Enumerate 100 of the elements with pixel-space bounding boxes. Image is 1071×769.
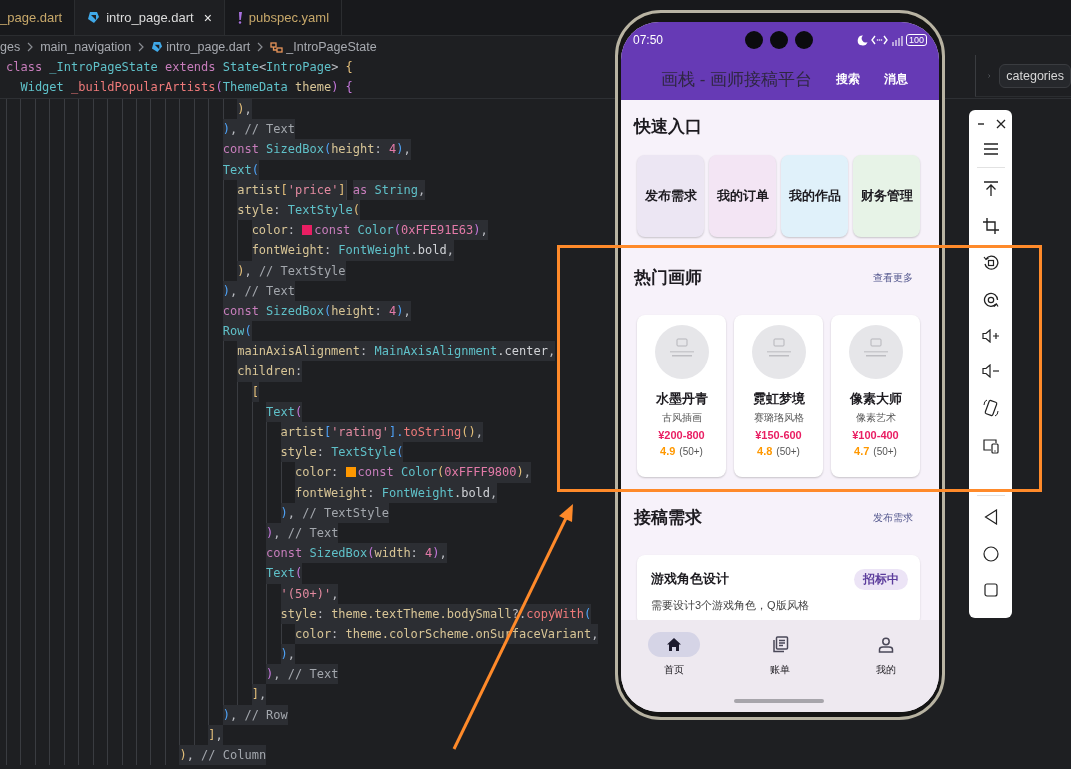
artist-rating: 4.9 (660, 445, 676, 457)
volume-down-icon[interactable] (981, 364, 1000, 378)
code-line: Widget _buildPopularArtists(ThemeData theme) { (19, 79, 353, 97)
code-line: mainAxisAlignment: MainAxisAlignment.center, (6, 341, 556, 362)
camera-hole (795, 31, 813, 49)
tab-label: intro_page.dart (106, 10, 194, 25)
breadcrumb-item[interactable]: categories (999, 63, 1071, 88)
artist-style: 古风插画 (661, 411, 702, 425)
dart-file-icon (87, 11, 101, 24)
person-icon (878, 636, 894, 653)
artist-price: ¥200-800 (658, 429, 705, 441)
code-line: ), (6, 644, 295, 665)
editor-tab[interactable]: intro_page.dart × (75, 0, 225, 35)
artist-card[interactable]: 水墨丹青 古风插画 ¥200-800 4.9 (50+) (637, 315, 726, 477)
recent-apps-icon[interactable] (983, 583, 998, 597)
rotate-device-icon[interactable] (982, 399, 999, 417)
code-line: ], (6, 724, 223, 745)
chevron-icon (138, 42, 145, 52)
code-line: class _IntroPageState extends State<IntroPage> { (6, 59, 353, 76)
code-line: style: TextStyle( (6, 199, 361, 221)
artist-name: 水墨丹青 (655, 390, 708, 408)
moon-icon (856, 34, 868, 46)
menu-icon[interactable] (983, 143, 998, 155)
rotate-icon[interactable] (982, 255, 999, 271)
code-line: const SizedBox(height: 4), (6, 139, 411, 160)
camera-hole (745, 31, 763, 49)
app-title: 画栈 - 画师接稿平台 (661, 68, 813, 91)
color-swatch-icon[interactable] (345, 467, 356, 478)
code-line: ), // Row (6, 704, 288, 725)
section-title: 快速入口 (634, 116, 703, 138)
quick-entry-card[interactable]: 发布需求 (637, 155, 704, 237)
nav-item[interactable]: 首页 (634, 632, 714, 682)
code-line: Text( (6, 563, 303, 584)
code-line: color: (6, 462, 346, 483)
editor-tab[interactable]: pubspec.yaml (224, 0, 343, 35)
nav-item[interactable]: 账单 (740, 632, 820, 682)
code-line: ), // Text (6, 280, 295, 301)
code-line: ), // Column (6, 745, 267, 766)
breadcrumb-item[interactable]: _IntroPageState (286, 40, 377, 54)
code-line: const SizedBox(height: 4), (6, 300, 411, 322)
code-line: children: (6, 361, 303, 382)
close-icon[interactable] (995, 119, 1006, 129)
code-line: [ (6, 381, 259, 402)
code-line: '(50+)', (6, 583, 339, 604)
quick-entry-card[interactable]: 财务管理 (853, 155, 920, 237)
artist-card[interactable]: 霓虹梦境 赛璐珞风格 ¥150-600 4.8 (50+) (734, 315, 823, 477)
code-line: Text( (6, 159, 259, 180)
code-line: style: TextStyle( (6, 442, 404, 463)
chevron-icon (27, 42, 34, 52)
avatar-image (654, 325, 709, 379)
review-count: (50+) (679, 446, 703, 457)
section-title: 热门画师 (634, 267, 702, 289)
request-card[interactable]: 游戏角色设计 招标中 需要设计3个游戏角色，Q版风格 (637, 555, 920, 620)
dart-file-icon (151, 41, 164, 53)
home-button-icon[interactable] (982, 546, 999, 562)
volume-up-icon[interactable] (981, 329, 1000, 343)
data-transfer-icon (870, 35, 888, 45)
nav-item[interactable]: 我的 (846, 632, 926, 682)
view-more-link[interactable]: 查看更多 (873, 271, 913, 285)
quick-entry-card[interactable]: 我的作品 (781, 155, 848, 237)
breadcrumb-item[interactable]: ges (0, 40, 21, 54)
code-line: ), (6, 99, 252, 120)
crop-icon[interactable] (982, 218, 999, 234)
avatar-image (848, 325, 903, 379)
code-line: ], (6, 684, 267, 705)
back-icon[interactable] (983, 509, 998, 525)
code-line: fontWeight: FontWeight.bold, (6, 482, 498, 503)
devices-icon[interactable] (982, 438, 999, 454)
code-line: artist['rating'].toString(), (6, 422, 483, 443)
section-title: 接稿需求 (634, 507, 702, 529)
code-line: Row( (6, 321, 252, 342)
code-line: ), // TextStyle (6, 260, 346, 281)
camera-hole (770, 31, 788, 49)
code-line: artist['price'] as String, (6, 179, 426, 200)
app-bar-action[interactable]: 消息 (884, 71, 909, 87)
artist-price: ¥100-400 (852, 429, 899, 441)
breadcrumb-item[interactable]: intro_page.dart (166, 40, 251, 54)
code-line: const SizedBox(width: 4), (6, 543, 447, 564)
chevron-icon (257, 42, 264, 52)
review-count: (50+) (776, 446, 800, 457)
artist-price: ¥150-600 (755, 429, 802, 441)
document-stack-icon (771, 636, 789, 653)
code-line: ), // Text (6, 522, 339, 544)
request-description: 需要设计3个游戏角色，Q版风格 (651, 598, 810, 613)
review-count: (50+) (873, 446, 897, 457)
artist-rating: 4.8 (757, 445, 773, 457)
app-bar-action[interactable]: 搜索 (836, 71, 861, 87)
code-line: ), // TextStyle (6, 502, 389, 523)
upload-icon[interactable] (982, 181, 999, 197)
code-line: const Color(0xFFE91E63), (314, 220, 488, 241)
artist-name: 霓虹梦境 (752, 390, 805, 408)
quick-entry-card[interactable]: 我的订单 (709, 155, 776, 237)
rotate-icon[interactable] (982, 292, 999, 308)
artist-card[interactable]: 像素大师 像素艺术 ¥100-400 4.7 (50+) (831, 315, 920, 477)
breadcrumb-item[interactable]: main_navigation (40, 40, 132, 54)
color-swatch-icon[interactable] (302, 225, 313, 236)
code-line: fontWeight: FontWeight.bold, (6, 240, 454, 261)
class-symbol-icon (270, 41, 284, 53)
close-tab-button[interactable]: × (203, 9, 212, 26)
post-request-link[interactable]: 发布需求 (873, 511, 913, 525)
